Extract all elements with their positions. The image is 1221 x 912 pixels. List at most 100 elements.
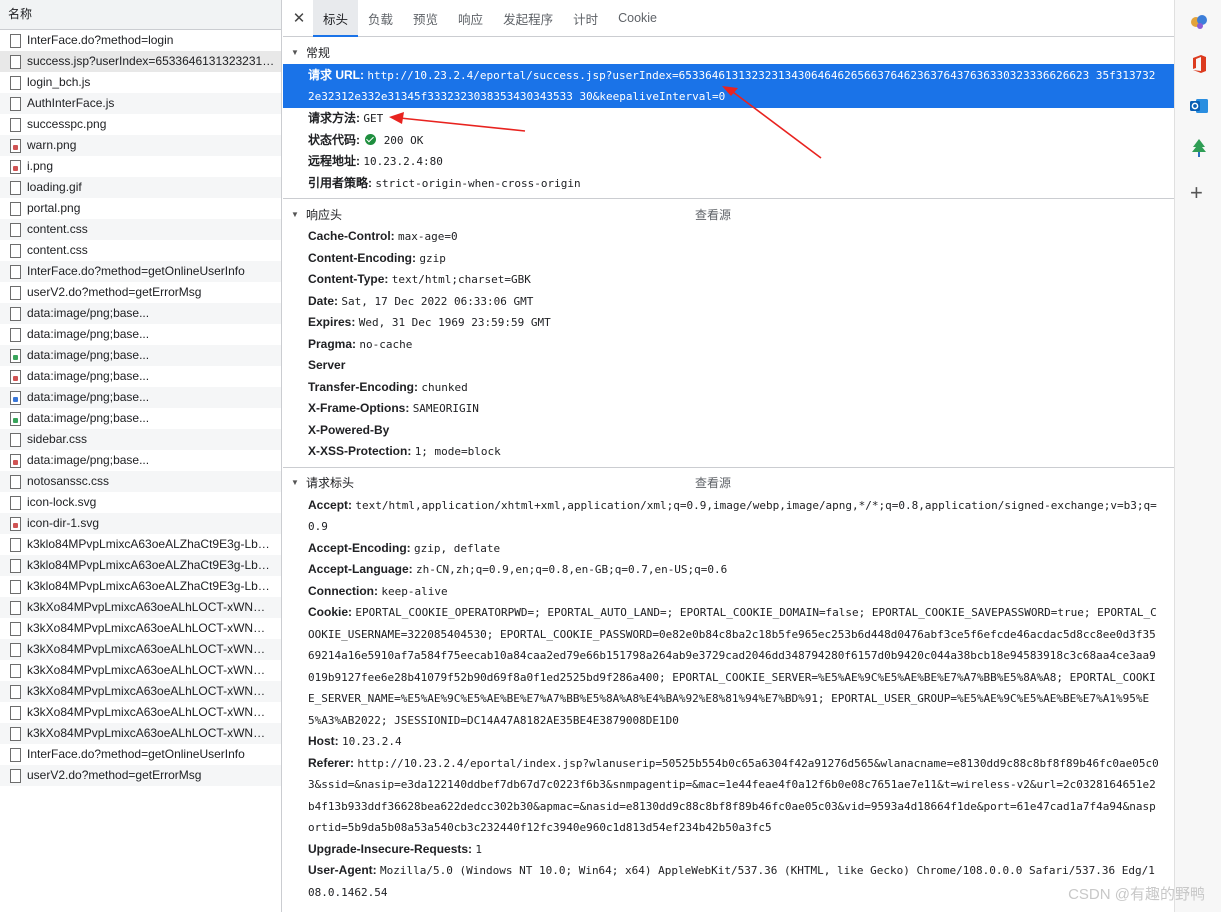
request-list-item[interactable]: k3klo84MPvpLmixcA63oeALZhaCt9E3g-Lbpc...	[0, 576, 281, 597]
request-list-item[interactable]: k3kXo84MPvpLmixcA63oeALhLOCT-xWNm8...	[0, 681, 281, 702]
request-name: k3kXo84MPvpLmixcA63oeALhLOCT-xWNm8...	[27, 642, 275, 656]
header-key: X-Powered-By	[308, 422, 390, 437]
request-method-value[interactable]: GET	[363, 112, 383, 125]
header-key: Server	[308, 358, 346, 372]
request-list-item[interactable]: k3kXo84MPvpLmixcA63oeALhLOCT-xWNm8...	[0, 702, 281, 723]
tab-cookies[interactable]: Cookie	[608, 0, 667, 36]
request-list-item[interactable]: k3kXo84MPvpLmixcA63oeALhLOCT-xWNm8...	[0, 660, 281, 681]
request-list-item[interactable]: icon-lock.svg	[0, 492, 281, 513]
file-icon	[10, 537, 21, 552]
office-icon[interactable]	[1189, 54, 1209, 74]
general-section-header[interactable]: ▼ 常规	[283, 40, 1174, 64]
request-name: k3klo84MPvpLmixcA63oeALZhaCt9E3g-Lbpc...	[27, 579, 275, 593]
header-value[interactable]: gzip, deflate	[414, 542, 500, 555]
request-list-item[interactable]: k3kXo84MPvpLmixcA63oeALhLOCT-xWNm8...	[0, 618, 281, 639]
image-file-icon	[10, 411, 21, 426]
request-list-item[interactable]: data:image/png;base...	[0, 450, 281, 471]
header-value[interactable]: text/html;charset=GBK	[392, 273, 531, 286]
request-name: InterFace.do?method=login	[27, 33, 174, 47]
referrer-policy-value[interactable]: strict-origin-when-cross-origin	[375, 177, 580, 190]
remote-address-value[interactable]: 10.23.2.4:80	[363, 155, 442, 168]
header-value[interactable]: chunked	[421, 381, 467, 394]
extensions-icon[interactable]	[1189, 12, 1209, 32]
header-value[interactable]: max-age=0	[398, 230, 458, 243]
header-value[interactable]: Sat, 17 Dec 2022 06:33:06 GMT	[341, 295, 533, 308]
request-list-item[interactable]: warn.png	[0, 135, 281, 156]
image-file-icon	[10, 453, 21, 468]
request-view-source-link[interactable]: 查看源	[695, 474, 731, 491]
response-header-row: Content-Type: text/html;charset=GBK	[283, 269, 1174, 291]
request-list-item[interactable]: data:image/png;base...	[0, 366, 281, 387]
tab-timing[interactable]: 计时	[563, 0, 608, 36]
request-url-row[interactable]: 请求 URL: http://10.23.2.4/eportal/success…	[283, 64, 1174, 108]
request-list-item[interactable]: InterFace.do?method=getOnlineUserInfo	[0, 744, 281, 765]
request-list-item[interactable]: portal.png	[0, 198, 281, 219]
outlook-icon[interactable]	[1189, 96, 1209, 116]
response-view-source-link[interactable]: 查看源	[695, 206, 731, 223]
file-icon	[10, 726, 21, 741]
status-code-value[interactable]: 200 OK	[384, 134, 424, 147]
request-list-item[interactable]: data:image/png;base...	[0, 303, 281, 324]
file-icon	[10, 327, 21, 342]
request-url-value[interactable]: http://10.23.2.4/eportal/success.jsp?use…	[308, 69, 1155, 103]
request-list-item[interactable]: userV2.do?method=getErrorMsg	[0, 282, 281, 303]
tab-headers[interactable]: 标头	[313, 0, 359, 37]
header-value[interactable]: http://10.23.2.4/eportal/index.jsp?wlanu…	[308, 757, 1159, 835]
request-header-row: Host: 10.23.2.4	[283, 731, 1174, 753]
header-value[interactable]: SAMEORIGIN	[413, 402, 479, 415]
close-icon[interactable]: ✕	[289, 0, 309, 36]
request-list-item[interactable]: i.png	[0, 156, 281, 177]
request-list-item[interactable]: userV2.do?method=getErrorMsg	[0, 765, 281, 786]
request-header-row: User-Agent: Mozilla/5.0 (Windows NT 10.0…	[283, 860, 1174, 903]
response-headers-header[interactable]: ▼ 响应头 查看源	[283, 202, 1174, 226]
request-list-item[interactable]: k3kXo84MPvpLmixcA63oeALhLOCT-xWNm8...	[0, 723, 281, 744]
request-list-item[interactable]: k3kXo84MPvpLmixcA63oeALhLOCT-xWNm8...	[0, 639, 281, 660]
header-value[interactable]: 10.23.2.4	[342, 735, 402, 748]
header-value[interactable]: no-cache	[359, 338, 412, 351]
header-value[interactable]: 1	[475, 843, 482, 856]
request-list-item[interactable]: loading.gif	[0, 177, 281, 198]
request-headers-header[interactable]: ▼ 请求标头 查看源	[283, 471, 1174, 495]
request-list-item[interactable]: content.css	[0, 219, 281, 240]
request-name: data:image/png;base...	[27, 306, 150, 320]
tab-response[interactable]: 响应	[448, 0, 493, 36]
header-value[interactable]: text/html,application/xhtml+xml,applicat…	[308, 499, 1157, 534]
image-file-icon	[10, 369, 21, 384]
request-list-item[interactable]: AuthInterFace.js	[0, 93, 281, 114]
add-icon[interactable]: +	[1190, 182, 1203, 204]
request-list-item[interactable]: notosanssc.css	[0, 471, 281, 492]
request-list-item[interactable]: content.css	[0, 240, 281, 261]
tab-payload[interactable]: 负载	[358, 0, 403, 36]
tree-icon[interactable]	[1189, 138, 1209, 158]
request-list-item[interactable]: icon-dir-1.svg	[0, 513, 281, 534]
request-list-header[interactable]: 名称	[0, 0, 281, 30]
request-list-item[interactable]: data:image/png;base...	[0, 387, 281, 408]
header-key: Accept:	[308, 497, 353, 512]
header-value[interactable]: 1; mode=block	[415, 445, 501, 458]
request-list-item[interactable]: k3kXo84MPvpLmixcA63oeALhLOCT-xWNm8...	[0, 597, 281, 618]
request-list-item[interactable]: sidebar.css	[0, 429, 281, 450]
header-value[interactable]: EPORTAL_COOKIE_OPERATORPWD=; EPORTAL_AUT…	[308, 606, 1157, 727]
request-list-item[interactable]: InterFace.do?method=getOnlineUserInfo	[0, 261, 281, 282]
request-list-item[interactable]: data:image/png;base...	[0, 345, 281, 366]
request-header-row: Cookie: EPORTAL_COOKIE_OPERATORPWD=; EPO…	[283, 602, 1174, 731]
tab-initiator[interactable]: 发起程序	[493, 0, 563, 36]
request-list-item[interactable]: data:image/png;base...	[0, 408, 281, 429]
tab-preview[interactable]: 预览	[403, 0, 448, 36]
request-list-item[interactable]: InterFace.do?method=login	[0, 30, 281, 51]
request-list-item[interactable]: login_bch.js	[0, 72, 281, 93]
request-list-item[interactable]: k3klo84MPvpLmixcA63oeALZhaCt9E3g-Lbpc...	[0, 534, 281, 555]
request-list-item[interactable]: successpc.png	[0, 114, 281, 135]
header-value[interactable]: Wed, 31 Dec 1969 23:59:59 GMT	[359, 316, 551, 329]
header-key: User-Agent:	[308, 863, 377, 877]
header-key: Date:	[308, 293, 339, 308]
request-list-item[interactable]: k3klo84MPvpLmixcA63oeALZhaCt9E3g-Lbpc...	[0, 555, 281, 576]
response-header-row: Cache-Control: max-age=0	[283, 226, 1174, 248]
header-value[interactable]: zh-CN,zh;q=0.9,en;q=0.8,en-GB;q=0.7,en-U…	[416, 563, 727, 576]
request-list-item[interactable]: success.jsp?userIndex=653364613132323134…	[0, 51, 281, 72]
header-value[interactable]: gzip	[419, 252, 446, 265]
request-list-item[interactable]: data:image/png;base...	[0, 324, 281, 345]
header-value[interactable]: Mozilla/5.0 (Windows NT 10.0; Win64; x64…	[308, 864, 1155, 899]
header-value[interactable]: keep-alive	[381, 585, 447, 598]
image-file-icon	[10, 348, 21, 363]
